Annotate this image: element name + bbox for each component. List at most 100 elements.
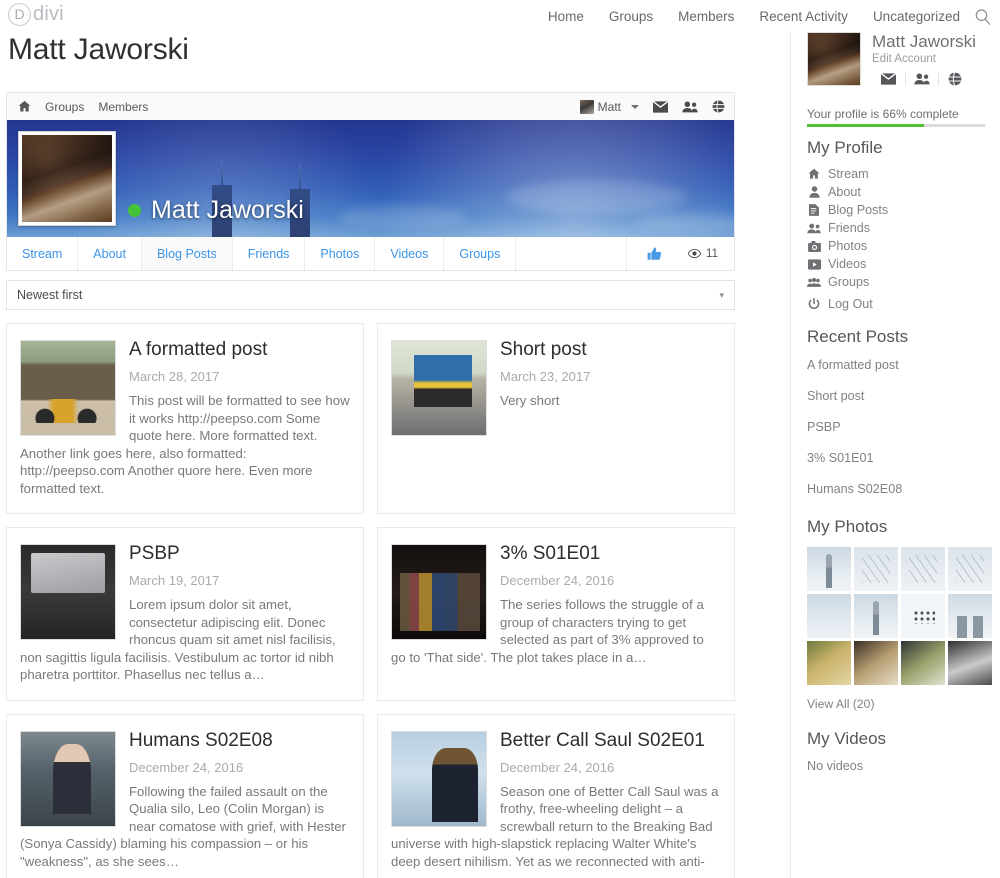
power-icon [807,298,821,310]
nav-item-groups[interactable]: Groups [609,9,653,24]
recent-post-item[interactable]: A formatted post [807,356,987,374]
recent-post-item[interactable]: Humans S02E08 [807,480,987,498]
sidebar-item-label[interactable]: Videos [828,257,866,271]
recent-post-item[interactable]: 3% S01E01 [807,449,987,467]
globe-icon[interactable] [938,72,971,86]
right-sidebar: Matt Jaworski Edit Account Your profile … [790,0,1000,878]
profile-completion-bar [807,124,985,127]
toolbar-user-name: Matt [597,99,621,114]
photo-thumbnail[interactable] [854,594,898,638]
recent-post-item[interactable]: PSBP [807,418,987,436]
sidebar-heading-my-photos: My Photos [807,517,888,536]
tab-about[interactable]: About [78,237,142,270]
peepso-toolbar: Groups Members Matt [6,92,735,120]
post-thumbnail[interactable] [20,544,116,640]
sidebar-item-friends[interactable]: Friends [807,219,987,237]
sidebar-user-card: Matt Jaworski Edit Account [807,32,984,86]
sidebar-heading-my-profile: My Profile [807,138,883,157]
friends-icon[interactable] [905,73,938,85]
edit-account-link[interactable]: Edit Account [872,53,976,65]
camera-icon [807,240,821,252]
profile-avatar[interactable] [18,131,116,226]
tab-videos[interactable]: Videos [375,237,445,270]
sidebar-item-label[interactable]: Stream [828,167,869,181]
toolbar-item-groups[interactable]: Groups [45,100,84,114]
photo-thumbnail[interactable] [901,594,945,638]
envelope-icon[interactable] [872,73,905,85]
sidebar-my-profile: My Profile Stream About Blog Posts Frien… [807,138,987,313]
nav-item-members[interactable]: Members [678,9,734,24]
tab-blog-posts[interactable]: Blog Posts [141,237,233,270]
sidebar-item-label[interactable]: Blog Posts [828,203,888,217]
recent-post-link[interactable]: PSBP [807,420,841,434]
post-card[interactable]: Short post March 23, 2017 Very short [377,323,735,514]
profile-cover: Matt Jaworski [6,120,735,237]
home-icon[interactable] [18,100,31,113]
post-thumbnail[interactable] [20,340,116,436]
sort-select-value: Newest first [17,288,83,302]
globe-icon[interactable] [712,100,725,113]
toolbar-user-menu[interactable]: Matt [579,99,639,114]
primary-nav: Home Groups Members Recent Activity Unca… [548,9,960,24]
recent-post-item[interactable]: Short post [807,387,987,405]
friends-icon[interactable] [682,100,698,113]
post-card[interactable]: PSBP March 19, 2017 Lorem ipsum dolor si… [6,527,364,701]
chevron-down-icon: ▾ [719,289,724,300]
post-thumbnail[interactable] [391,544,487,640]
group-icon [807,277,821,288]
sidebar-item-label[interactable]: Photos [828,239,867,253]
tab-groups[interactable]: Groups [444,237,517,270]
site-logo[interactable]: D divi [8,3,64,26]
sidebar-item-about[interactable]: About [807,183,987,201]
nav-item-home[interactable]: Home [548,9,584,24]
photo-thumbnail[interactable] [901,547,945,591]
photo-thumbnail[interactable] [807,594,851,638]
post-thumbnail[interactable] [391,730,487,827]
nav-item-uncategorized[interactable]: Uncategorized [873,9,960,24]
photo-thumbnail[interactable] [948,547,992,591]
recent-post-link[interactable]: Short post [807,389,864,403]
site-header: D divi Home Groups Members Recent Activi… [0,0,1000,31]
recent-post-link[interactable]: 3% S01E01 [807,451,874,465]
post-card[interactable]: Better Call Saul S02E01 December 24, 201… [377,713,735,878]
sidebar-item-label[interactable]: Friends [828,221,870,235]
avatar[interactable] [807,32,861,86]
post-thumbnail[interactable] [20,730,116,827]
sidebar-item-stream[interactable]: Stream [807,165,987,183]
photo-thumbnail[interactable] [948,641,992,685]
sidebar-item-blog-posts[interactable]: Blog Posts [807,201,987,219]
view-all-photos-link[interactable]: View All (20) [807,697,987,711]
photo-thumbnail[interactable] [854,547,898,591]
sort-select[interactable]: Newest first ▾ [6,280,735,310]
sidebar-item-photos[interactable]: Photos [807,237,987,255]
thumbs-up-icon[interactable] [647,247,662,261]
recent-post-link[interactable]: A formatted post [807,358,899,372]
post-card[interactable]: 3% S01E01 December 24, 2016 The series f… [377,527,735,701]
logo-wordmark: divi [33,3,64,25]
post-card[interactable]: Humans S02E08 December 24, 2016 Followin… [6,713,364,878]
sidebar-item-log-out[interactable]: Log Out [807,295,987,313]
photo-thumbnail[interactable] [854,641,898,685]
post-card[interactable]: A formatted post March 28, 2017 This pos… [6,323,364,514]
sidebar-item-label[interactable]: About [828,185,861,199]
tab-photos[interactable]: Photos [305,237,376,270]
person-icon [807,186,821,198]
photo-thumbnail[interactable] [901,641,945,685]
photo-thumbnail[interactable] [807,547,851,591]
post-thumbnail[interactable] [391,340,487,436]
recent-post-link[interactable]: Humans S02E08 [807,482,902,496]
sidebar-item-label[interactable]: Log Out [828,297,873,311]
tab-friends[interactable]: Friends [233,237,306,270]
tabs-spacer [516,237,628,270]
sidebar-item-groups[interactable]: Groups [807,273,987,291]
toolbar-item-members[interactable]: Members [98,100,148,114]
nav-item-recent-activity[interactable]: Recent Activity [759,9,848,24]
envelope-icon[interactable] [653,100,668,113]
search-icon[interactable] [974,8,992,26]
photo-thumbnail[interactable] [948,594,992,638]
tab-stream[interactable]: Stream [7,237,79,270]
sidebar-item-videos[interactable]: Videos [807,255,987,273]
sidebar-item-label[interactable]: Groups [828,275,869,289]
view-count-value: 11 [706,247,718,260]
photo-thumbnail[interactable] [807,641,851,685]
